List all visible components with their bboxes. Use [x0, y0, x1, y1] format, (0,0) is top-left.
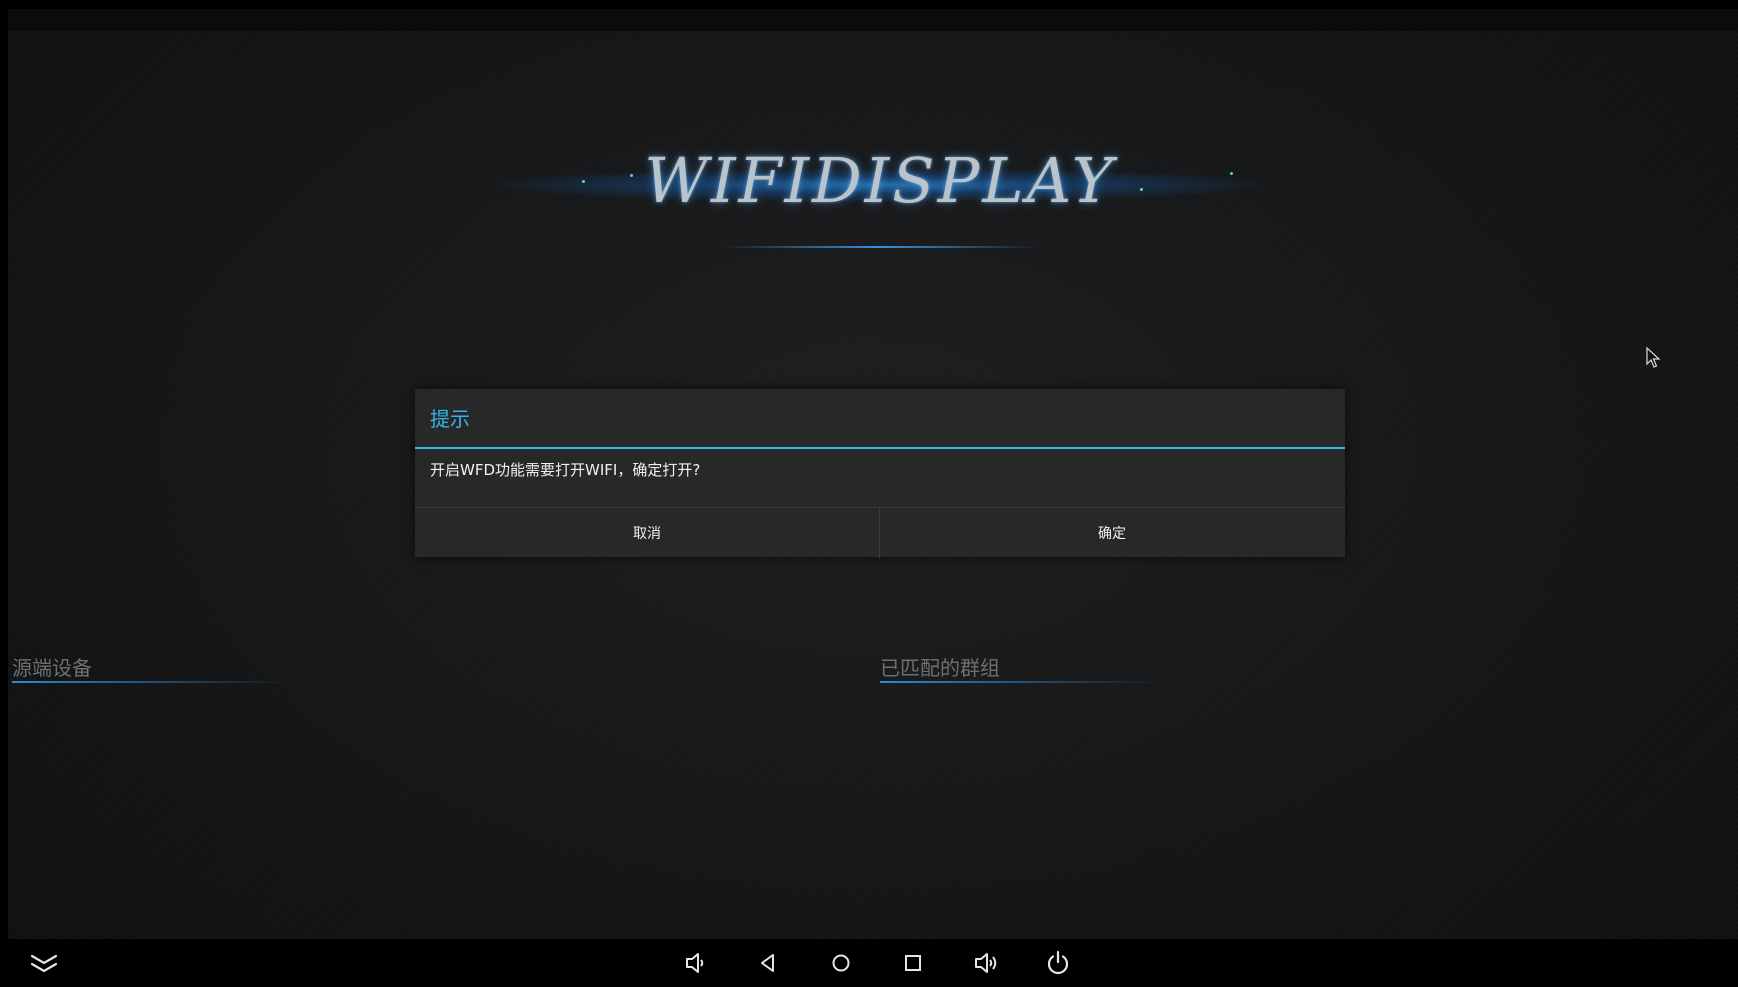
- dialog-button-row: 取消 确定: [415, 507, 1345, 558]
- recents-icon[interactable]: [897, 947, 929, 979]
- source-devices-title: 源端设备: [12, 656, 92, 680]
- paired-groups-title: 已匹配的群组: [880, 656, 1000, 680]
- logo-underline: [720, 246, 1040, 248]
- ok-button[interactable]: 确定: [880, 508, 1344, 558]
- volume-up-icon[interactable]: [970, 947, 1002, 979]
- logo-text: WIFIDISPLAY: [644, 144, 1116, 217]
- hide-bar-icon[interactable]: [28, 947, 60, 979]
- system-nav-bar: [8, 939, 1738, 987]
- power-icon[interactable]: [1042, 947, 1074, 979]
- dialog-message: 开启WFD功能需要打开WIFI，确定打开?: [430, 461, 701, 479]
- cancel-button[interactable]: 取消: [415, 508, 879, 558]
- back-icon[interactable]: [752, 947, 784, 979]
- source-devices-underline: [12, 681, 292, 683]
- wifidisplay-logo: WIFIDISPLAY: [490, 130, 1270, 248]
- status-bar: [8, 9, 1738, 31]
- dialog-title: 提示: [430, 407, 470, 431]
- mouse-cursor-icon: [1646, 347, 1661, 368]
- home-icon[interactable]: [825, 947, 857, 979]
- volume-down-icon[interactable]: [680, 947, 712, 979]
- paired-groups-underline: [880, 681, 1160, 683]
- dialog-title-divider: [415, 447, 1345, 449]
- wifi-prompt-dialog: 提示 开启WFD功能需要打开WIFI，确定打开? 取消 确定: [415, 389, 1345, 558]
